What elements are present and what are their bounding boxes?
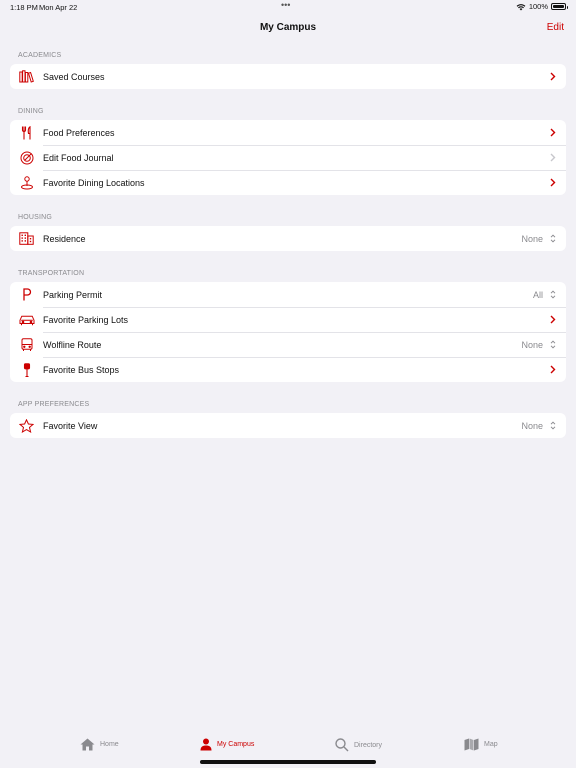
car-icon — [10, 307, 43, 332]
books-icon — [10, 64, 43, 89]
fork-knife-icon — [10, 120, 43, 145]
status-time: 1:18 PM — [10, 3, 38, 12]
navigation-bar: My Campus Edit — [0, 16, 576, 40]
group-academics: Saved Courses — [10, 64, 566, 89]
row-label: Saved Courses — [43, 71, 105, 82]
section-header-dining: DINING — [18, 108, 44, 115]
chevron-up-down-icon — [546, 234, 560, 243]
row-wolfline-route[interactable]: Wolfline Route None — [10, 332, 566, 357]
chevron-right-icon — [546, 315, 560, 324]
row-value: None — [521, 339, 543, 350]
person-icon — [200, 738, 212, 751]
row-label: Wolfline Route — [43, 339, 102, 350]
star-icon — [10, 413, 43, 438]
row-favorite-dining-locations[interactable]: Favorite Dining Locations — [10, 170, 566, 195]
location-pin-icon — [10, 170, 43, 195]
row-label: Favorite Parking Lots — [43, 314, 129, 325]
group-app-preferences: Favorite View None — [10, 413, 566, 438]
row-label: Favorite Bus Stops — [43, 364, 120, 375]
row-value: None — [521, 233, 543, 244]
row-value: None — [521, 420, 543, 431]
page-title: My Campus — [259, 22, 317, 33]
row-favorite-view[interactable]: Favorite View None — [10, 413, 566, 438]
chevron-up-down-icon — [546, 290, 560, 299]
group-dining: Food Preferences Edit Food Journal Favor… — [10, 120, 566, 195]
wifi-icon — [516, 3, 526, 10]
group-transportation: Parking Permit All Favorite Parking Lots — [10, 282, 566, 382]
tab-home[interactable]: Home — [80, 738, 119, 751]
chevron-right-icon — [546, 128, 560, 137]
chevron-right-icon — [546, 178, 560, 187]
row-label: Favorite View — [43, 420, 98, 431]
home-indicator[interactable] — [200, 760, 376, 764]
chevron-up-down-icon — [546, 421, 560, 430]
row-label: Residence — [43, 233, 86, 244]
row-favorite-bus-stops[interactable]: Favorite Bus Stops — [10, 357, 566, 382]
tab-label: My Campus — [217, 741, 255, 748]
section-header-housing: HOUSING — [18, 214, 53, 221]
status-bar: 1:18 PM Mon Apr 22 ••• 100% — [0, 0, 576, 16]
chevron-up-down-icon — [546, 340, 560, 349]
status-right: 100% — [516, 2, 568, 11]
row-label: Favorite Dining Locations — [43, 177, 145, 188]
search-icon — [335, 738, 349, 752]
building-icon — [10, 226, 43, 251]
bus-stop-icon — [10, 357, 43, 382]
chevron-right-icon — [546, 365, 560, 374]
tab-directory[interactable]: Directory — [335, 738, 382, 752]
status-date: Mon Apr 22 — [39, 3, 78, 12]
group-housing: Residence None — [10, 226, 566, 251]
row-saved-courses[interactable]: Saved Courses — [10, 64, 566, 89]
multitasking-dots[interactable]: ••• — [281, 0, 290, 10]
parking-icon — [10, 282, 43, 307]
edit-button[interactable]: Edit — [547, 22, 564, 33]
row-label: Food Preferences — [43, 127, 115, 138]
row-favorite-parking-lots[interactable]: Favorite Parking Lots — [10, 307, 566, 332]
tab-my-campus[interactable]: My Campus — [200, 738, 254, 751]
tab-label: Home — [100, 741, 119, 748]
row-label: Parking Permit — [43, 289, 103, 300]
section-header-transportation: TRANSPORTATION — [18, 270, 85, 277]
map-icon — [464, 738, 479, 751]
section-header-academics: ACADEMICS — [18, 52, 62, 59]
plate-icon — [10, 145, 43, 170]
row-value: All — [532, 289, 543, 300]
row-residence[interactable]: Residence None — [10, 226, 566, 251]
home-icon — [80, 738, 95, 751]
bus-icon — [10, 332, 43, 357]
row-food-preferences[interactable]: Food Preferences — [10, 120, 566, 145]
tab-label: Map — [484, 741, 498, 748]
row-edit-food-journal[interactable]: Edit Food Journal — [10, 145, 566, 170]
tab-label: Directory — [354, 741, 383, 749]
row-label: Edit Food Journal — [43, 152, 114, 163]
battery-icon — [551, 3, 568, 10]
chevron-right-icon — [546, 72, 560, 81]
row-parking-permit[interactable]: Parking Permit All — [10, 282, 566, 307]
chevron-right-icon — [546, 153, 560, 162]
tab-map[interactable]: Map — [464, 738, 498, 751]
section-header-app-preferences: APP PREFERENCES — [18, 401, 90, 408]
battery-percent: 100% — [528, 2, 548, 11]
